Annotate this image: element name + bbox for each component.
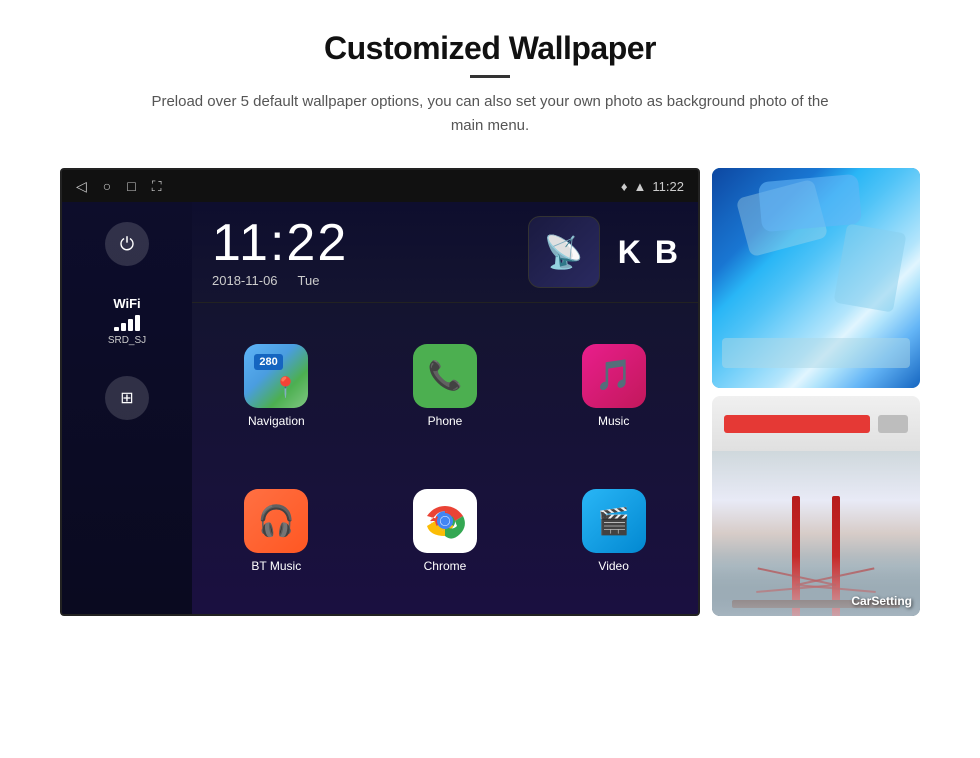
- phone-label: Phone: [428, 414, 463, 428]
- page-title: Customized Wallpaper: [140, 30, 840, 67]
- app-navigation[interactable]: 280 📍 Navigation: [192, 313, 361, 459]
- clock-info: 11:22 2018-11-06 Tue: [212, 217, 528, 288]
- gps-icon: ♦: [621, 179, 628, 194]
- app-phone[interactable]: 📞 Phone: [361, 313, 530, 459]
- title-section: Customized Wallpaper Preload over 5 defa…: [140, 30, 840, 138]
- bt-music-label: BT Music: [251, 559, 301, 573]
- wallpaper-panel: CarSetting: [712, 168, 920, 616]
- carsetting-label: CarSetting: [851, 594, 912, 608]
- clock-time-display: 11:22: [212, 217, 528, 269]
- nav-badge: 280: [254, 354, 282, 370]
- video-icon: 🎬: [582, 489, 646, 553]
- carsetting-grey-bar: [878, 415, 908, 433]
- ice-cave-image: [712, 168, 920, 388]
- apps-grid: 280 📍 Navigation 📞 Phone: [192, 303, 698, 614]
- clock-date-display: 2018-11-06 Tue: [212, 273, 528, 288]
- navigation-label: Navigation: [248, 414, 305, 428]
- date-text: 2018-11-06: [212, 273, 278, 288]
- apps-grid-button[interactable]: ⊞: [105, 376, 149, 420]
- wifi-section: WiFi SRD_SJ: [108, 296, 146, 346]
- status-bar-left: ◁ ○ □ ⛶: [76, 178, 162, 195]
- home-icon[interactable]: ○: [103, 178, 111, 194]
- carsetting-red-bar: [724, 415, 870, 433]
- phone-icon: 📞: [413, 344, 477, 408]
- phone-handset-icon: 📞: [428, 359, 463, 392]
- bridge-image: [712, 451, 920, 616]
- recent-apps-icon[interactable]: □: [127, 178, 135, 194]
- signal-bar-3: [128, 319, 133, 331]
- signal-bar-2: [121, 323, 126, 331]
- music-icon: 🎵: [582, 344, 646, 408]
- screen-main: 11:22 2018-11-06 Tue 📡 K B: [192, 202, 698, 614]
- ice-block-3: [758, 174, 862, 233]
- wallpaper-ice-cave[interactable]: [712, 168, 920, 388]
- music-label: Music: [598, 414, 629, 428]
- chrome-label: Chrome: [424, 559, 467, 573]
- app-chrome[interactable]: Chrome: [361, 459, 530, 605]
- carsetting-bar: [712, 396, 920, 451]
- video-clapper-icon: 🎬: [597, 506, 629, 537]
- page-container: Customized Wallpaper Preload over 5 defa…: [0, 0, 980, 758]
- music-letter-b: B: [655, 234, 678, 271]
- music-letter-k: K: [618, 234, 641, 271]
- day-text: Tue: [298, 273, 320, 288]
- app-bt-music[interactable]: 🎧 BT Music: [192, 459, 361, 605]
- music-note-icon: 🎵: [595, 358, 632, 393]
- navigation-icon: 280 📍: [244, 344, 308, 408]
- map-marker: 📍: [273, 375, 298, 400]
- screenshot-icon[interactable]: ⛶: [152, 178, 162, 195]
- content-area: ◁ ○ □ ⛶ ♦ ▲ 11:22 ⏻: [60, 168, 920, 616]
- wifi-signal-bars: [108, 315, 146, 331]
- status-bar: ◁ ○ □ ⛶ ♦ ▲ 11:22: [62, 170, 698, 202]
- video-label: Video: [598, 559, 628, 573]
- power-icon: ⏻: [120, 234, 134, 255]
- back-arrow-icon[interactable]: ◁: [76, 178, 87, 195]
- signal-bar-4: [135, 315, 140, 331]
- chrome-icon-container: [413, 489, 477, 553]
- grid-icon: ⊞: [120, 388, 133, 408]
- page-subtitle: Preload over 5 default wallpaper options…: [140, 90, 840, 138]
- android-device-screen: ◁ ○ □ ⛶ ♦ ▲ 11:22 ⏻: [60, 168, 700, 616]
- widget-area: 📡 K B: [528, 216, 678, 288]
- radio-widget[interactable]: 📡: [528, 216, 600, 288]
- power-button[interactable]: ⏻: [105, 222, 149, 266]
- chrome-icon-svg: [422, 498, 468, 544]
- app-music[interactable]: 🎵 Music: [529, 313, 698, 459]
- status-time: 11:22: [652, 179, 684, 194]
- title-divider: [470, 75, 510, 78]
- status-bar-right: ♦ ▲ 11:22: [621, 179, 684, 194]
- left-sidebar: ⏻ WiFi SRD_SJ ⊞: [62, 202, 192, 614]
- ice-floor: [722, 338, 910, 368]
- screen-body: ⏻ WiFi SRD_SJ ⊞: [62, 202, 698, 614]
- wifi-label: WiFi: [108, 296, 146, 311]
- wifi-icon: ▲: [634, 179, 647, 194]
- clock-area: 11:22 2018-11-06 Tue 📡 K B: [192, 202, 698, 303]
- radio-wave-icon: 📡: [544, 233, 584, 271]
- wallpaper-carsetting[interactable]: CarSetting: [712, 396, 920, 616]
- signal-bar-1: [114, 327, 119, 331]
- app-video[interactable]: 🎬 Video: [529, 459, 698, 605]
- bluetooth-icon: 🎧: [258, 504, 295, 539]
- bt-music-icon: 🎧: [244, 489, 308, 553]
- wifi-ssid: SRD_SJ: [108, 335, 146, 346]
